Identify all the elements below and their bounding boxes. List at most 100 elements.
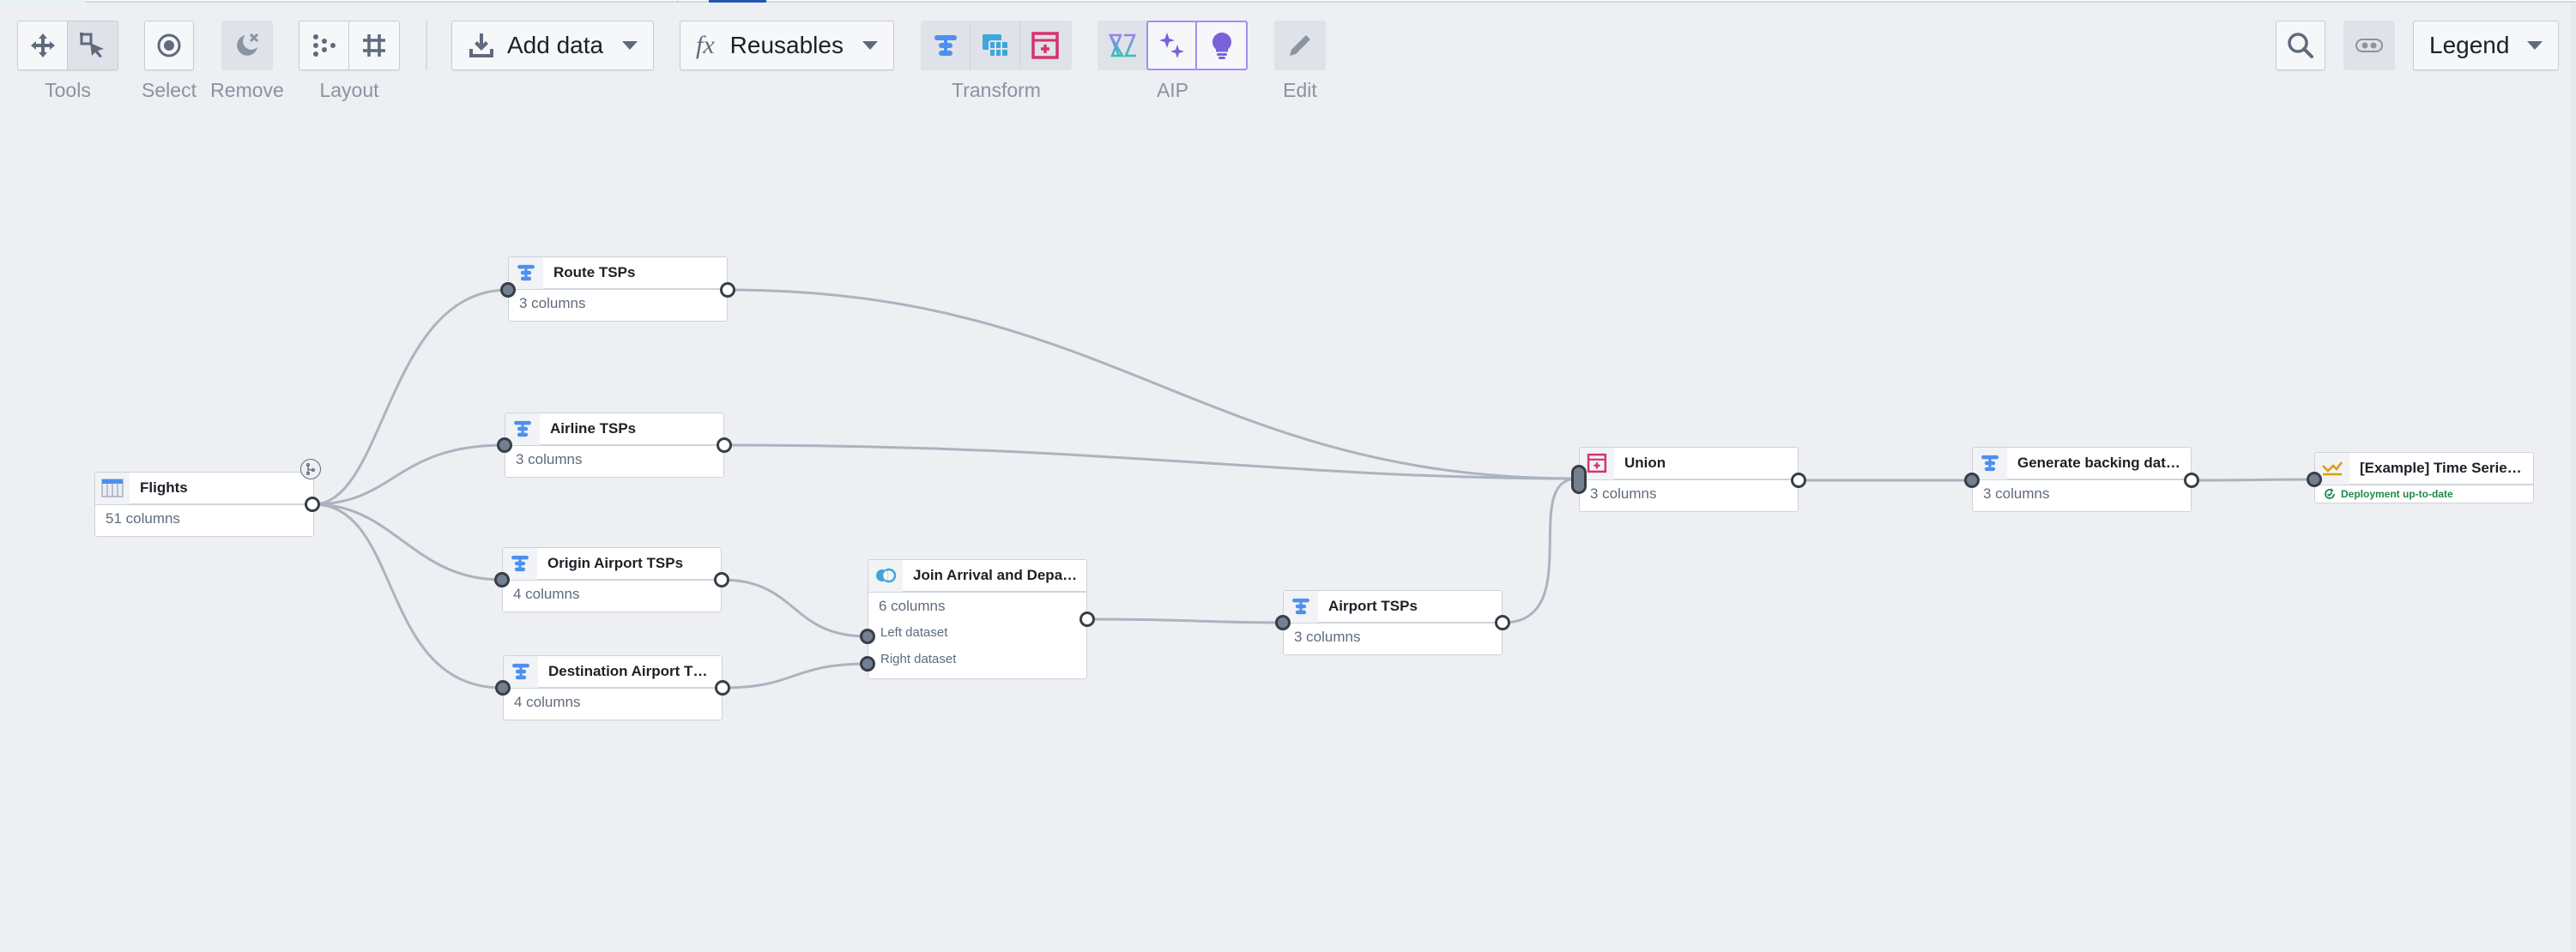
search-icon [2288, 33, 2313, 58]
node-title: Destination Airport TSPs [548, 663, 721, 679]
reusables-label: Reusables [729, 32, 844, 58]
node-generate-backing-dataset[interactable]: Generate backing datase… 3 columns [1972, 447, 2192, 512]
remove-label: Remove [210, 79, 284, 101]
output-port[interactable] [1791, 473, 1806, 488]
grid-icon [363, 34, 385, 57]
toggle-icon [2355, 39, 2383, 52]
node-flights[interactable]: Flights 51 columns [94, 472, 314, 537]
aip-assist-button[interactable] [1148, 22, 1197, 69]
input-port[interactable] [500, 282, 516, 298]
add-data-label: Add data [507, 32, 604, 58]
output-port[interactable] [1079, 612, 1095, 627]
node-subtitle: 51 columns [106, 510, 180, 527]
input-port[interactable] [1275, 615, 1291, 630]
move-icon [30, 33, 55, 57]
aip-suggestions-button[interactable] [1197, 22, 1246, 69]
edge-flights-route [312, 288, 509, 506]
union-button[interactable] [1020, 21, 1070, 70]
node-title: Union [1624, 455, 1666, 471]
download-icon [469, 33, 493, 57]
tab-indicator-active[interactable] [709, 0, 766, 3]
edge-route-union [727, 288, 1578, 480]
caret-down-icon [622, 41, 638, 50]
output-port[interactable] [720, 282, 735, 298]
transform-icon [514, 420, 531, 437]
tab-indicator-left[interactable] [0, 0, 86, 3]
branch-icon[interactable] [300, 459, 321, 479]
edge-airport-union [1502, 477, 1578, 624]
node-title: Airport TSPs [1328, 598, 1418, 614]
node-header: Origin Airport TSPs [503, 547, 721, 581]
right-panel-edge[interactable] [2571, 3, 2576, 952]
reusables-dropdown[interactable]: fx Reusables [680, 21, 894, 70]
input-port[interactable] [494, 572, 510, 587]
edit-button[interactable] [1274, 21, 1326, 70]
output-port[interactable] [1495, 615, 1510, 630]
transform-icon [1292, 598, 1309, 615]
transform-group [921, 21, 1072, 70]
deployment-status: Deployment up-to-date [2315, 485, 2533, 503]
output-port[interactable] [715, 680, 730, 696]
aip-logic-icon [1108, 33, 1136, 57]
layout-group [299, 21, 400, 70]
toolbar-divider [426, 21, 427, 70]
edge-origin-join [721, 578, 868, 638]
select-box-cursor-icon [80, 33, 104, 57]
function-fx-icon: fx [696, 31, 715, 59]
node-airline-tsps[interactable]: Airline TSPs 3 columns [505, 413, 724, 478]
edge-flights-destination [312, 503, 504, 690]
node-subtitle: 3 columns [519, 295, 586, 311]
right-input-port[interactable] [860, 656, 875, 672]
deployment-check-icon [2325, 488, 2335, 499]
left-input-port[interactable] [860, 629, 875, 644]
add-data-dropdown[interactable]: Add data [451, 21, 654, 70]
box-select-tool-button[interactable] [68, 21, 118, 69]
grid-layout-button[interactable] [349, 21, 399, 69]
remove-button[interactable] [221, 21, 273, 70]
transform-icon [1981, 455, 1999, 472]
node-header: Route TSPs [509, 256, 727, 290]
transform-icon [512, 663, 529, 680]
output-port[interactable] [717, 437, 732, 453]
tools-label: Tools [45, 79, 91, 101]
node-destination-airport-tsps[interactable]: Destination Airport TSPs 4 columns [503, 655, 723, 720]
pivot-table-button[interactable] [971, 21, 1020, 70]
transform-icon [511, 555, 529, 572]
output-port[interactable] [305, 497, 320, 512]
node-header: Flights [95, 472, 313, 505]
node-union[interactable]: Union 3 columns [1579, 447, 1799, 512]
input-port[interactable] [495, 680, 511, 696]
node-header: Airline TSPs [505, 413, 723, 446]
node-header: Generate backing datase… [1973, 447, 2191, 480]
edge-generate-timeseries [2191, 478, 2315, 482]
node-header: Destination Airport TSPs [504, 655, 722, 689]
edge-flights-airline [312, 443, 505, 506]
input-port[interactable] [2307, 472, 2322, 487]
node-route-tsps[interactable]: Route TSPs 3 columns [508, 256, 728, 322]
select-button[interactable] [144, 21, 194, 70]
multi-input-port[interactable] [1571, 465, 1587, 494]
node-title: [Example] Time Series S… [2360, 460, 2533, 476]
node-origin-airport-tsps[interactable]: Origin Airport TSPs 4 columns [502, 547, 722, 612]
transform-icon [934, 35, 957, 56]
node-airport-tsps[interactable]: Airport TSPs 3 columns [1283, 590, 1503, 655]
output-port[interactable] [2184, 473, 2199, 488]
node-time-series-output[interactable]: [Example] Time Series S… Deployment up-t… [2314, 452, 2534, 503]
pan-tool-button[interactable] [18, 21, 68, 69]
lightbulb-icon [1212, 32, 1231, 59]
toggle-view-button[interactable] [2343, 21, 2395, 70]
legend-label: Legend [2429, 32, 2510, 58]
transform-icon-wrap [509, 256, 543, 289]
node-join[interactable]: Join Arrival and Departu… 6 columns Left… [868, 559, 1087, 679]
tab-divider [677, 0, 678, 3]
input-port[interactable] [1964, 473, 1980, 488]
legend-dropdown[interactable]: Legend [2413, 21, 2559, 70]
transform-button[interactable] [921, 21, 971, 70]
input-port[interactable] [497, 437, 512, 453]
auto-layout-button[interactable] [299, 21, 349, 69]
search-button[interactable] [2276, 21, 2325, 70]
node-title: Airline TSPs [550, 420, 637, 437]
node-subtitle: 6 columns [879, 598, 946, 614]
target-icon [157, 33, 181, 57]
output-port[interactable] [714, 572, 729, 587]
